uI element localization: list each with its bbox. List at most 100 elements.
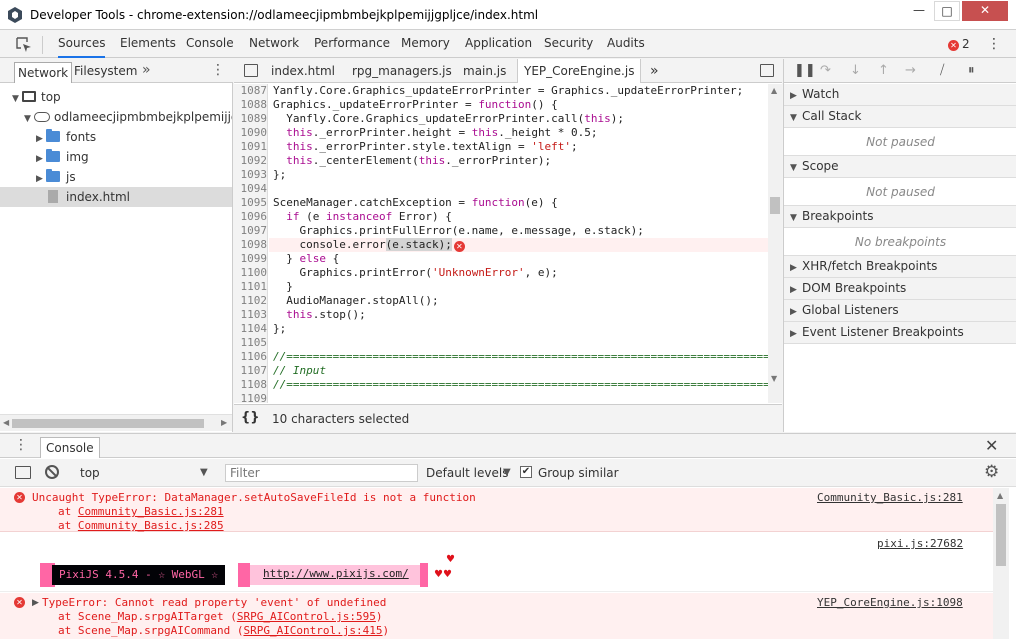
- section-call-stack[interactable]: ▼ Call Stack: [784, 106, 1016, 128]
- line-number[interactable]: 1108: [234, 378, 268, 392]
- inspect-element-icon[interactable]: [16, 37, 32, 53]
- section-watch[interactable]: ▶ Watch: [784, 84, 1016, 106]
- editor-tab-yep-coreengine[interactable]: YEP_CoreEngine.js: [517, 59, 642, 83]
- stack-link[interactable]: SRPG_AIControl.js:595: [237, 610, 376, 623]
- line-number[interactable]: 1092: [234, 154, 268, 168]
- scroll-left-icon[interactable]: ◀: [3, 418, 9, 427]
- line-number[interactable]: 1103: [234, 308, 268, 322]
- step-into-icon[interactable]: ↓: [850, 63, 861, 78]
- stack-link[interactable]: SRPG_AIControl.js:415: [243, 624, 382, 637]
- scroll-up-icon[interactable]: ▲: [771, 86, 777, 95]
- scrollbar-thumb[interactable]: [996, 504, 1006, 566]
- line-number[interactable]: 1097: [234, 224, 268, 238]
- gear-icon[interactable]: ⚙: [984, 462, 999, 482]
- line-number[interactable]: 1096: [234, 210, 268, 224]
- tree-item-origin[interactable]: ▼ odlameecjipmbmbejkplpemijjgpljce: [0, 107, 232, 127]
- tab-performance[interactable]: Performance: [314, 36, 390, 50]
- line-number[interactable]: 1109: [234, 392, 268, 403]
- section-global-listeners[interactable]: ▶ Global Listeners: [784, 300, 1016, 322]
- line-number[interactable]: 1098: [234, 238, 268, 252]
- maximize-button[interactable]: □: [934, 1, 960, 21]
- console-vertical-scrollbar[interactable]: ▲: [993, 488, 1009, 639]
- minimize-button[interactable]: —: [906, 1, 932, 21]
- tab-memory[interactable]: Memory: [401, 36, 450, 50]
- line-number[interactable]: 1090: [234, 126, 268, 140]
- line-number[interactable]: 1093: [234, 168, 268, 182]
- close-drawer-icon[interactable]: ✕: [985, 436, 998, 455]
- section-xhr-breakpoints[interactable]: ▶ XHR/fetch Breakpoints: [784, 256, 1016, 278]
- console-filter-input[interactable]: [225, 464, 418, 482]
- more-tabs-icon[interactable]: »: [142, 62, 151, 78]
- nav-tab-network[interactable]: Network: [14, 62, 73, 83]
- nav-tab-filesystem[interactable]: Filesystem: [74, 64, 137, 78]
- tree-item-top[interactable]: ▼ top: [0, 87, 232, 107]
- pretty-print-icon[interactable]: {}: [241, 410, 260, 425]
- section-breakpoints[interactable]: ▼ Breakpoints: [784, 206, 1016, 228]
- line-number[interactable]: 1089: [234, 112, 268, 126]
- deactivate-breakpoints-icon[interactable]: ⧸: [940, 63, 944, 78]
- scroll-down-icon[interactable]: ▼: [771, 374, 777, 383]
- more-options-icon[interactable]: ⋮: [987, 36, 1001, 52]
- drawer-menu-icon[interactable]: ⋮: [14, 437, 28, 453]
- expand-triangle-icon[interactable]: ▶: [32, 596, 39, 610]
- tree-item-img[interactable]: ▶ img: [0, 147, 232, 167]
- section-event-listener-breakpoints[interactable]: ▶ Event Listener Breakpoints: [784, 322, 1016, 344]
- line-number[interactable]: 1099: [234, 252, 268, 266]
- line-number[interactable]: 1100: [234, 266, 268, 280]
- toggle-navigator-icon[interactable]: [244, 64, 258, 77]
- inline-error-icon[interactable]: ✕: [453, 241, 465, 252]
- error-count-badge[interactable]: ✕ 2: [948, 37, 970, 51]
- code-area[interactable]: 1087 1088 1089 1090 1091 1092 1093 1094 1095 1096…: [234, 84, 768, 403]
- section-scope[interactable]: ▼ Scope: [784, 156, 1016, 178]
- tab-elements[interactable]: Elements: [120, 36, 176, 50]
- dropdown-arrow-icon[interactable]: ▼: [200, 467, 208, 478]
- console-sidebar-icon[interactable]: [15, 466, 31, 479]
- section-dom-breakpoints[interactable]: ▶ DOM Breakpoints: [784, 278, 1016, 300]
- tree-item-fonts[interactable]: ▶ fonts: [0, 127, 232, 147]
- editor-vertical-scrollbar[interactable]: ▲ ▼: [768, 84, 782, 403]
- message-source-link[interactable]: YEP_CoreEngine.js:1098: [817, 596, 963, 609]
- editor-tab-main-js[interactable]: main.js: [463, 59, 506, 83]
- editor-tab-rpg-managers[interactable]: rpg_managers.js: [352, 59, 452, 83]
- group-similar-checkbox[interactable]: ✔: [520, 466, 532, 478]
- pause-icon[interactable]: ❚❚: [794, 63, 816, 78]
- line-number[interactable]: 1095: [234, 196, 268, 210]
- clear-console-icon[interactable]: [45, 465, 59, 479]
- message-source-link[interactable]: pixi.js:27682: [877, 537, 963, 550]
- close-window-button[interactable]: ✕: [962, 1, 1008, 21]
- step-out-icon[interactable]: ↑: [878, 63, 889, 78]
- line-number[interactable]: 1091: [234, 140, 268, 154]
- stack-link[interactable]: Community_Basic.js:285: [78, 519, 224, 532]
- line-number[interactable]: 1104: [234, 322, 268, 336]
- tab-application[interactable]: Application: [465, 36, 532, 50]
- tree-item-index-html[interactable]: index.html: [0, 187, 232, 207]
- editor-tab-index-html[interactable]: index.html: [271, 59, 335, 83]
- log-levels-dropdown[interactable]: Default levels: [426, 466, 508, 480]
- scroll-right-icon[interactable]: ▶: [221, 418, 227, 427]
- context-selector[interactable]: top: [80, 466, 100, 480]
- tab-security[interactable]: Security: [544, 36, 593, 50]
- drawer-tab-console[interactable]: Console: [40, 437, 100, 458]
- tab-network[interactable]: Network: [249, 36, 299, 50]
- tree-item-js[interactable]: ▶ js: [0, 167, 232, 187]
- toggle-debugger-icon[interactable]: [760, 64, 774, 77]
- tab-sources[interactable]: Sources: [58, 36, 106, 58]
- pause-on-exceptions-icon[interactable]: ⏸: [968, 63, 975, 78]
- message-source-link[interactable]: Community_Basic.js:281: [817, 491, 963, 504]
- more-editor-tabs-icon[interactable]: »: [650, 59, 659, 83]
- line-number[interactable]: 1107: [234, 364, 268, 378]
- navigator-menu-icon[interactable]: ⋮: [211, 62, 225, 78]
- line-number[interactable]: 1106: [234, 350, 268, 364]
- stack-link[interactable]: Community_Basic.js:281: [78, 505, 224, 518]
- line-number[interactable]: 1105: [234, 336, 268, 350]
- dropdown-arrow-icon[interactable]: ▼: [503, 467, 511, 478]
- line-number[interactable]: 1102: [234, 294, 268, 308]
- line-number[interactable]: 1087: [234, 84, 268, 98]
- line-number-gutter[interactable]: 1087 1088 1089 1090 1091 1092 1093 1094 1095 1096…: [234, 84, 268, 403]
- line-number[interactable]: 1094: [234, 182, 268, 196]
- line-number[interactable]: 1101: [234, 280, 268, 294]
- navigator-horizontal-scrollbar[interactable]: ◀ ▶: [0, 414, 232, 431]
- step-over-icon[interactable]: ↷: [820, 63, 831, 78]
- line-number[interactable]: 1088: [234, 98, 268, 112]
- tab-console[interactable]: Console: [186, 36, 234, 50]
